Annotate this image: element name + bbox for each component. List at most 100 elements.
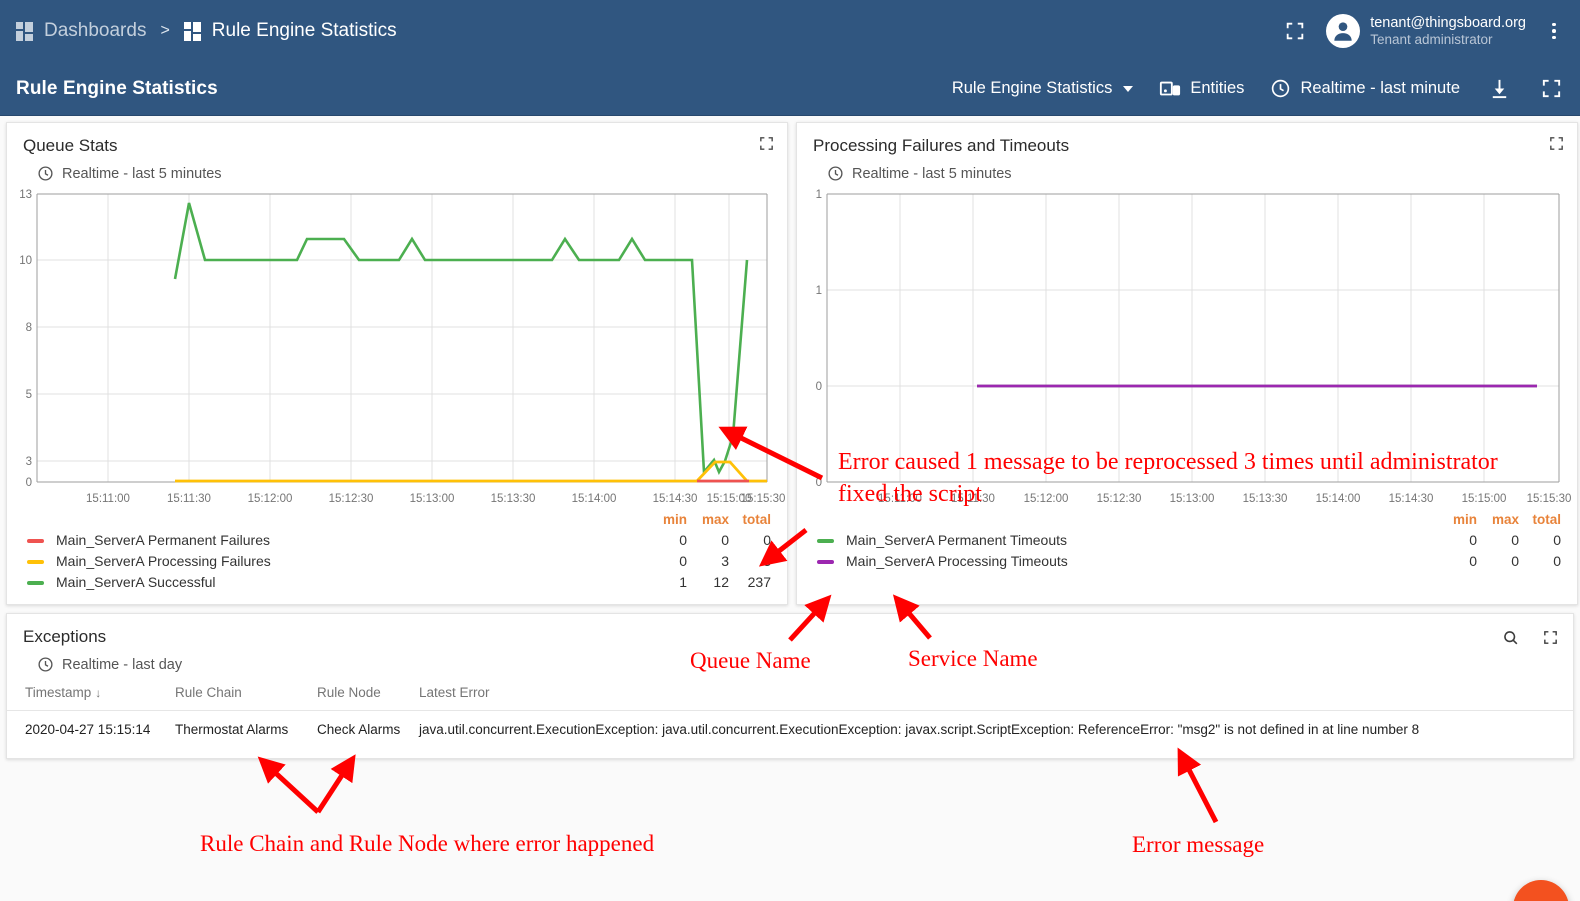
breadcrumb-item-dashboards[interactable]: Dashboards xyxy=(16,20,146,42)
legend-max: 3 xyxy=(721,552,729,569)
x-axis-ticks: 15:11:00 15:11:30 15:12:00 15:12:30 15:1… xyxy=(86,493,785,505)
timewindow-button[interactable]: Realtime - last minute xyxy=(1270,78,1460,99)
legend-max: 12 xyxy=(713,573,729,590)
account-circle-icon xyxy=(1334,22,1352,41)
svg-text:15:12:00: 15:12:00 xyxy=(248,493,293,505)
avatar xyxy=(1326,14,1361,48)
fullscreen-icon[interactable] xyxy=(1538,76,1564,102)
legend-row[interactable]: Main_ServerA Permanent Failures 0 0 0 xyxy=(23,529,771,550)
widget-processing-failures-timeouts: Processing Failures and Timeouts Realtim… xyxy=(796,122,1578,605)
widget-timewindow-label: Realtime - last day xyxy=(62,656,183,673)
svg-text:15:13:30: 15:13:30 xyxy=(491,493,536,505)
timewindow-label: Realtime - last minute xyxy=(1300,79,1460,97)
dashboard-state-selector[interactable]: Rule Engine Statistics xyxy=(952,79,1134,98)
breadcrumb-item-rule-engine-statistics[interactable]: Rule Engine Statistics xyxy=(183,20,397,42)
legend-row[interactable]: Main_ServerA Processing Timeouts 0 0 0 xyxy=(813,550,1561,571)
widget-timewindow[interactable]: Realtime - last 5 minutes xyxy=(37,165,771,182)
legend-min: 0 xyxy=(1469,552,1477,569)
column-header-latest-error[interactable]: Latest Error xyxy=(413,685,1573,711)
queue-stats-plot: 13 10 8 5 3 0 15:11:00 15:11:30 15:12:00… xyxy=(19,189,785,505)
breadcrumb-label-current: Rule Engine Statistics xyxy=(211,20,397,41)
axes xyxy=(826,193,1560,483)
arrow-to-error-message xyxy=(1177,747,1219,824)
legend-header-row: min max total xyxy=(813,512,1561,529)
svg-text:15:12:30: 15:12:30 xyxy=(329,493,374,505)
svg-text:15:12:00: 15:12:00 xyxy=(1024,493,1069,505)
widget-timewindow[interactable]: Realtime - last 5 minutes xyxy=(827,165,1561,182)
legend-label: Main_ServerA Permanent Timeouts xyxy=(846,531,1067,548)
svg-text:15:13:30: 15:13:30 xyxy=(1243,493,1288,505)
legend-header-total: total xyxy=(1532,512,1562,527)
svg-text:1: 1 xyxy=(816,285,822,297)
page-title: Rule Engine Statistics xyxy=(16,77,218,99)
legend-row[interactable]: Main_ServerA Processing Failures 0 3 3 xyxy=(23,550,771,571)
clock-icon xyxy=(828,166,843,181)
legend-header-max: max xyxy=(701,512,729,527)
fullscreen-icon[interactable] xyxy=(1548,135,1565,157)
svg-text:15:12:30: 15:12:30 xyxy=(1097,493,1142,505)
legend-total: 0 xyxy=(763,531,771,548)
legend-label: Main_ServerA Processing Failures xyxy=(56,552,271,569)
legend-row[interactable]: Main_ServerA Successful 1 12 237 xyxy=(23,571,771,592)
legend-header-total: total xyxy=(742,512,772,527)
legend-header-min: min xyxy=(1452,512,1477,527)
search-icon[interactable] xyxy=(1501,628,1520,652)
svg-text:15:11:30: 15:11:30 xyxy=(167,493,211,505)
legend-color-swatch xyxy=(27,559,44,564)
svg-text:15:11:00: 15:11:00 xyxy=(86,493,130,505)
cell-rule-chain: Thermostat Alarms xyxy=(169,710,311,748)
column-label: Timestamp xyxy=(25,685,92,700)
download-icon[interactable] xyxy=(1486,76,1512,102)
help-fab-button[interactable] xyxy=(1513,880,1569,901)
arrow-to-rule-chain xyxy=(257,756,320,814)
legend-row[interactable]: Main_ServerA Permanent Timeouts 0 0 0 xyxy=(813,529,1561,550)
column-header-timestamp[interactable]: Timestamp ↓ xyxy=(7,685,169,711)
fullscreen-icon[interactable] xyxy=(1282,18,1308,44)
arrow-to-rule-node xyxy=(315,754,356,814)
legend-failures-timeouts: min max total Main_ServerA Permanent Tim… xyxy=(797,512,1577,577)
svg-text:8: 8 xyxy=(26,322,32,334)
annotation-rule-chain-node: Rule Chain and Rule Node where error hap… xyxy=(200,831,655,856)
sort-desc-icon: ↓ xyxy=(95,686,102,700)
svg-text:5: 5 xyxy=(26,389,32,401)
table-row[interactable]: 2020-04-27 15:15:14 Thermostat Alarms Ch… xyxy=(7,710,1573,748)
entities-button[interactable]: Entities xyxy=(1159,78,1244,100)
dashboards-icon xyxy=(183,21,203,41)
legend-color-swatch xyxy=(817,559,834,564)
user-menu[interactable]: tenant@thingsboard.org Tenant administra… xyxy=(1326,14,1526,49)
svg-text:15:14:30: 15:14:30 xyxy=(653,493,698,505)
clock-icon xyxy=(38,166,53,181)
legend-header-min: min xyxy=(662,512,687,527)
legend-total: 3 xyxy=(763,552,771,569)
cell-latest-error: java.util.concurrent.ExecutionException:… xyxy=(413,710,1573,748)
series-line-successful xyxy=(173,202,749,476)
dashboard-toolbar: Rule Engine Statistics Rule Engine Stati… xyxy=(0,62,1580,116)
column-header-rule-chain[interactable]: Rule Chain xyxy=(169,685,311,711)
user-role: Tenant administrator xyxy=(1370,31,1493,47)
y-axis-ticks: 13 10 8 5 3 0 xyxy=(19,189,32,489)
user-email: tenant@thingsboard.org xyxy=(1370,14,1526,31)
legend-total: 237 xyxy=(747,573,771,590)
legend-label: Main_ServerA Successful xyxy=(56,573,216,590)
svg-text:15:11:00: 15:11:00 xyxy=(878,493,922,505)
dashboard-page: Dashboards > Rule Engine Statistics tena… xyxy=(0,0,1580,901)
svg-text:10: 10 xyxy=(19,255,32,267)
cell-rule-node: Check Alarms xyxy=(311,710,413,748)
top-navigation-bar: Dashboards > Rule Engine Statistics tena… xyxy=(0,0,1580,62)
svg-text:13: 13 xyxy=(19,189,32,201)
svg-text:0: 0 xyxy=(26,477,32,489)
legend-header-max: max xyxy=(1491,512,1519,527)
widget-timewindow[interactable]: Realtime - last day xyxy=(37,656,1557,673)
dashboards-icon xyxy=(16,21,35,41)
legend-header-row: min max total xyxy=(23,512,771,529)
fullscreen-icon[interactable] xyxy=(1542,629,1559,651)
svg-text:15:14:30: 15:14:30 xyxy=(1389,493,1434,505)
column-header-rule-node[interactable]: Rule Node xyxy=(311,685,413,711)
legend-color-swatch xyxy=(27,538,44,543)
breadcrumb-separator: > xyxy=(160,22,170,39)
legend-total: 0 xyxy=(1553,531,1561,548)
breadcrumb: Dashboards > Rule Engine Statistics xyxy=(16,20,397,42)
more-vert-icon[interactable] xyxy=(1544,22,1564,40)
fullscreen-icon[interactable] xyxy=(758,135,775,157)
cell-timestamp: 2020-04-27 15:15:14 xyxy=(7,710,169,748)
